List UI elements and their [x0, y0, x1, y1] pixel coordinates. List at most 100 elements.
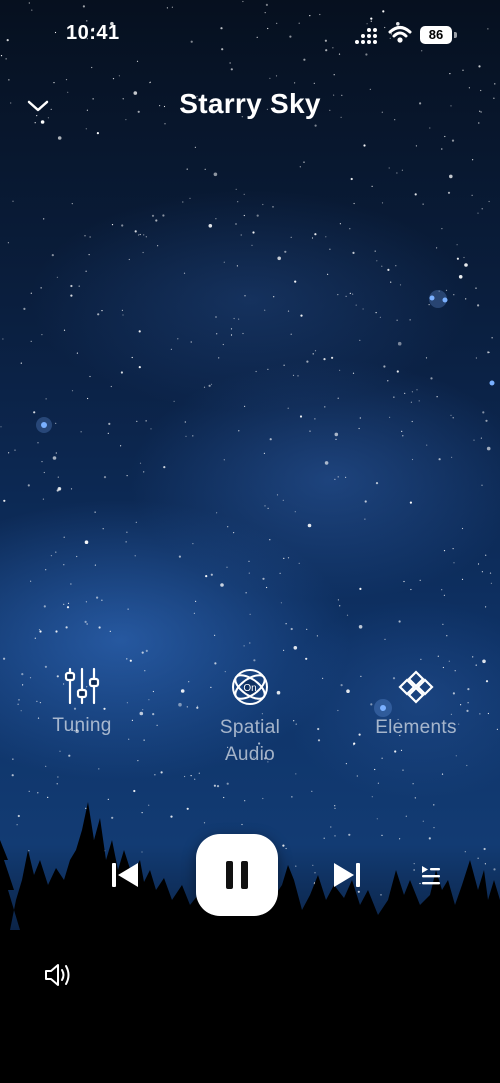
spatial-audio-button[interactable]: On Spatial Audio [180, 666, 320, 768]
star [433, 804, 435, 806]
star [149, 82, 151, 84]
star [214, 634, 216, 636]
star [171, 6, 173, 8]
star [214, 662, 217, 665]
star [41, 461, 43, 463]
star [384, 638, 386, 641]
star [421, 50, 423, 52]
star [411, 458, 414, 461]
star [358, 427, 360, 430]
star [70, 284, 73, 288]
star [298, 562, 300, 565]
star [319, 13, 321, 16]
star [441, 148, 443, 150]
star [11, 774, 14, 777]
star [437, 655, 439, 657]
star [405, 815, 407, 817]
star [252, 231, 255, 234]
queue-button[interactable] [418, 863, 444, 894]
star [121, 309, 123, 311]
star [292, 374, 295, 376]
star [27, 484, 30, 487]
star [461, 527, 464, 530]
star [364, 518, 366, 520]
star [353, 742, 356, 745]
star [170, 815, 173, 818]
star [411, 420, 413, 423]
star [55, 630, 58, 633]
star [45, 765, 47, 767]
status-time: 10:41 [66, 22, 120, 44]
star [452, 417, 454, 419]
star [82, 5, 85, 8]
star [359, 417, 361, 419]
star [393, 396, 395, 398]
volume-button[interactable] [42, 960, 74, 995]
star [178, 555, 181, 558]
star [383, 365, 386, 368]
star [145, 236, 147, 238]
star [127, 608, 129, 610]
star [311, 790, 313, 792]
star [313, 82, 315, 84]
star [493, 868, 496, 871]
star [444, 135, 446, 138]
star [244, 800, 246, 802]
star [233, 532, 235, 534]
star [184, 421, 186, 423]
star [245, 592, 247, 594]
star [230, 334, 233, 336]
star [102, 528, 104, 530]
star [381, 834, 383, 837]
pause-bar-right [241, 861, 248, 889]
star [190, 40, 193, 43]
star [47, 796, 49, 799]
star [184, 775, 186, 778]
star [323, 837, 325, 839]
star [376, 818, 378, 820]
star [88, 254, 90, 256]
star [134, 555, 136, 557]
star [305, 657, 308, 660]
star [471, 194, 473, 196]
star [356, 775, 358, 777]
next-button[interactable] [330, 858, 364, 897]
star [227, 526, 229, 528]
star [484, 863, 486, 865]
star [441, 228, 443, 230]
previous-button[interactable] [108, 858, 142, 897]
star [263, 452, 265, 454]
star [17, 814, 20, 818]
star [87, 397, 89, 400]
star [451, 139, 455, 142]
star [28, 850, 30, 852]
star [477, 212, 479, 214]
star [403, 580, 405, 583]
star [262, 577, 265, 580]
star [464, 851, 466, 853]
star [382, 10, 385, 13]
tuning-button[interactable]: Tuning [12, 666, 152, 739]
star [262, 797, 264, 800]
star [203, 822, 206, 824]
star [309, 15, 311, 17]
star [54, 31, 57, 34]
star [478, 65, 481, 68]
star [485, 554, 487, 556]
star [148, 804, 150, 806]
star [441, 773, 444, 775]
star [363, 144, 366, 147]
star [453, 294, 455, 296]
star [314, 350, 317, 352]
star [314, 872, 316, 874]
star [137, 760, 139, 762]
star [415, 145, 417, 147]
star [290, 236, 292, 238]
star [84, 540, 89, 544]
pause-button[interactable] [196, 834, 278, 916]
star [426, 444, 428, 446]
elements-button[interactable]: Elements [346, 666, 486, 741]
star [138, 234, 140, 236]
star [291, 796, 293, 798]
star [496, 728, 498, 731]
